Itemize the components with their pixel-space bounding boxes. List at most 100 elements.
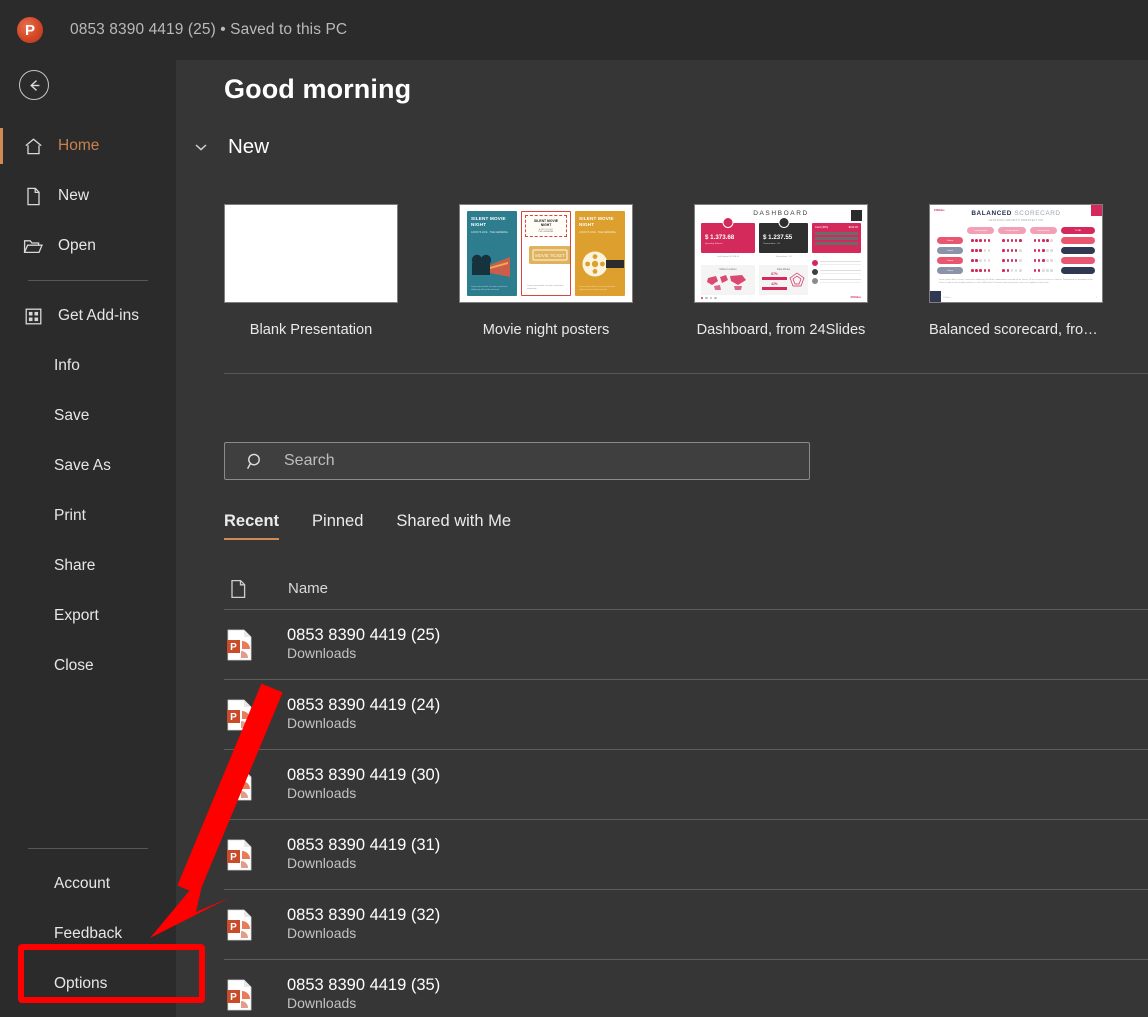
sidebar-item-label: Open [58,237,96,254]
search-icon [245,451,265,471]
powerpoint-file-icon: P [226,839,254,871]
powerpoint-file-icon: P [226,629,254,661]
backstage-main: Good morning New Blank Presentation SILE… [176,60,1148,1017]
file-name: 0853 8390 4419 (32) [287,906,441,924]
file-name: 0853 8390 4419 (25) [287,626,441,644]
sidebar-bottom-list: Account Feedback Options [0,839,176,1009]
template-thumbnail[interactable] [224,204,398,303]
template-card-balanced-scorecard[interactable]: 24Slides BALANCED SCORECARD LEARNING/GRO… [929,204,1103,338]
dashboard-sub-1: Spending Balance [705,243,723,245]
template-thumbnail[interactable]: 24Slides BALANCED SCORECARD LEARNING/GRO… [929,204,1103,303]
template-thumbnail[interactable]: DASHBOARD $ 1.373.68 Spending Balance La… [694,204,868,303]
table-row[interactable]: P 0853 8390 4419 (30) Downloads [224,750,1148,820]
tab-shared-with-me[interactable]: Shared with Me [396,512,511,540]
sidebar-item-open[interactable]: Open [0,221,176,271]
powerpoint-file-icon: P [226,909,254,941]
powerpoint-file-icon: P [226,699,254,731]
sidebar-item-save[interactable]: Save [0,391,176,441]
tab-pinned[interactable]: Pinned [312,512,363,540]
new-section-header[interactable]: New [190,135,269,159]
dashboard-footer: 24Slides [850,296,861,299]
table-row[interactable]: P 0853 8390 4419 (25) Downloads [224,610,1148,680]
dashboard-map-label: Market Location [719,268,737,271]
file-icon [228,578,248,600]
tab-recent[interactable]: Recent [224,512,280,540]
dashboard-amount-2: $ 1.237.55 [763,234,793,241]
file-name: 0853 8390 4419 (35) [287,976,441,994]
sidebar-item-options[interactable]: Options [0,959,176,1009]
scorecard-title-bold: BALANCED [971,210,1013,217]
powerpoint-file-icon: P [226,769,254,801]
document-title: 0853 8390 4419 (25) • Saved to this PC [70,21,348,38]
sidebar-item-close[interactable]: Close [0,641,176,691]
dashboard-percent-1: 87% [771,272,778,276]
column-header-name: Name [288,580,329,597]
sidebar-item-label: Save [54,407,90,424]
sidebar-item-new[interactable]: New [0,171,176,221]
poster-gold: SILENT MOVIE NIGHT A DOC'S LIFE · THE GEN… [575,211,625,296]
powerpoint-file-icon: P [226,979,254,1011]
sidebar-item-label: Get Add-ins [58,307,139,324]
file-location: Downloads [287,645,357,661]
home-icon [20,133,46,159]
scorecard-total-label: TOTAL [1074,229,1082,232]
title-bar: 0853 8390 4419 (25) • Saved to this PC [0,0,1148,60]
svg-text:MOVIE TICKET: MOVIE TICKET [535,253,565,258]
recent-files-list: P 0853 8390 4419 (25) Downloads P 0853 8… [224,610,1148,1017]
sidebar-item-label: Home [58,137,100,154]
template-caption: Blank Presentation [249,322,373,338]
template-card-dashboard[interactable]: DASHBOARD $ 1.373.68 Spending Balance La… [694,204,868,338]
table-row[interactable]: P 0853 8390 4419 (31) Downloads [224,820,1148,890]
powerpoint-logo-icon [17,17,43,43]
sidebar-item-save-as[interactable]: Save As [0,441,176,491]
sidebar-item-feedback[interactable]: Feedback [0,909,176,959]
sidebar-divider-top [28,280,148,281]
section-divider [224,373,1148,374]
sidebar-item-label: Close [54,657,94,674]
scorecard-title-light: SCORECARD [1014,210,1061,217]
file-location: Downloads [287,715,357,731]
folder-icon [20,233,46,259]
sidebar-item-label: Print [54,507,86,524]
template-caption: Movie night posters [482,322,610,338]
template-card-movie-night-posters[interactable]: SILENT MOVIE NIGHT A DOC'S LIFE · THE GEN… [459,204,633,338]
table-row[interactable]: P 0853 8390 4419 (32) Downloads [224,890,1148,960]
search-input[interactable]: Search [224,442,810,480]
svg-text:P: P [230,642,237,653]
back-arrow-icon[interactable] [19,70,49,100]
powerpoint-backstage-view: 0853 8390 4419 (25) • Saved to this PC H… [0,0,1148,1017]
sidebar-item-label: Options [54,975,108,992]
sidebar-item-share[interactable]: Share [0,541,176,591]
sidebar-item-export[interactable]: Export [0,591,176,641]
sidebar-item-label: Info [54,357,80,374]
dashboard-side-amount: $104.18 [848,226,858,229]
sidebar-item-get-add-ins[interactable]: Get Add-ins [0,291,176,341]
sidebar-nav-list: Home New Open Get Add-ins Info Save Save… [0,121,176,691]
dashboard-amount-1: $ 1.373.68 [705,234,735,241]
svg-text:P: P [230,922,237,933]
file-name: 0853 8390 4419 (30) [287,766,441,784]
template-thumbnail[interactable]: SILENT MOVIE NIGHT A DOC'S LIFE · THE GEN… [459,204,633,303]
file-name: 0853 8390 4419 (24) [287,696,441,714]
template-card-blank-presentation[interactable]: Blank Presentation [224,204,398,338]
sidebar-item-label: Export [54,607,99,624]
sidebar-item-info[interactable]: Info [0,341,176,391]
search-placeholder: Search [284,452,335,469]
sidebar-item-label: New [58,187,90,204]
file-location: Downloads [287,855,357,871]
svg-text:P: P [230,852,237,863]
chevron-down-icon[interactable] [190,136,212,158]
dashboard-percent-2: 42% [771,282,778,286]
sidebar-item-account[interactable]: Account [0,859,176,909]
table-row[interactable]: P 0853 8390 4419 (35) Downloads [224,960,1148,1017]
grid-icon [20,303,46,329]
sidebar-item-label: Share [54,557,96,574]
table-row[interactable]: P 0853 8390 4419 (24) Downloads [224,680,1148,750]
template-caption: Balanced scorecard, from 2... [929,322,1103,338]
sidebar-item-home[interactable]: Home [0,121,176,171]
file-location: Downloads [287,925,357,941]
backstage-sidebar: Home New Open Get Add-ins Info Save Save… [0,60,176,1017]
poster-teal: SILENT MOVIE NIGHT A DOC'S LIFE · THE GEN… [467,211,517,296]
sidebar-item-print[interactable]: Print [0,491,176,541]
sidebar-item-label: Account [54,875,111,892]
